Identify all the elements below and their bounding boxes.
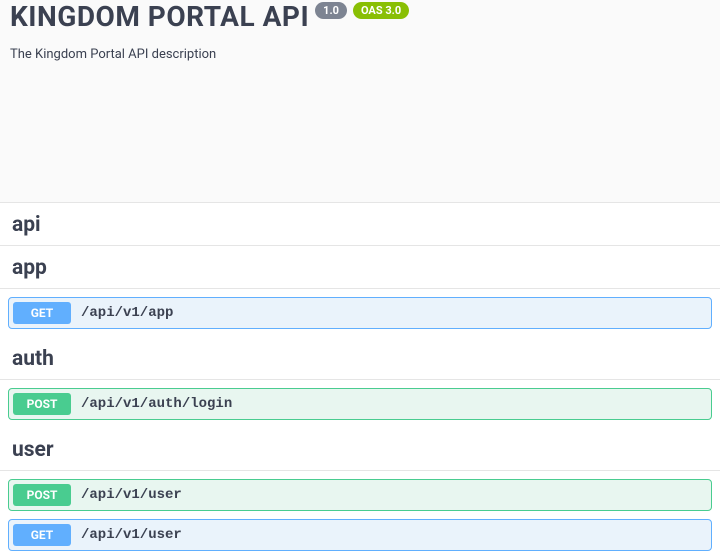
op-get-app[interactable]: GET /api/v1/app bbox=[8, 297, 712, 329]
op-path: /api/v1/app bbox=[81, 305, 173, 321]
tag-auth[interactable]: auth bbox=[0, 337, 720, 380]
ops-app: GET /api/v1/app bbox=[0, 297, 720, 329]
op-path: /api/v1/user bbox=[81, 527, 182, 543]
method-badge: GET bbox=[13, 302, 71, 324]
tag-label: api bbox=[12, 213, 41, 237]
method-badge: GET bbox=[13, 524, 71, 546]
ops-user: POST /api/v1/user GET /api/v1/user bbox=[0, 479, 720, 551]
api-description: The Kingdom Portal API description bbox=[10, 47, 710, 62]
spacer bbox=[0, 92, 720, 202]
tag-label: app bbox=[12, 256, 47, 280]
tag-app[interactable]: app bbox=[0, 246, 720, 289]
oas-badge: OAS 3.0 bbox=[353, 2, 409, 19]
title-row: KINGDOM PORTAL API 1.0 OAS 3.0 bbox=[10, 0, 710, 33]
method-badge: POST bbox=[13, 393, 71, 415]
api-header: KINGDOM PORTAL API 1.0 OAS 3.0 The Kingd… bbox=[0, 0, 720, 92]
tag-label: user bbox=[12, 438, 54, 462]
op-path: /api/v1/user bbox=[81, 487, 182, 503]
op-post-auth-login[interactable]: POST /api/v1/auth/login bbox=[8, 388, 712, 420]
ops-auth: POST /api/v1/auth/login bbox=[0, 388, 720, 420]
op-post-user[interactable]: POST /api/v1/user bbox=[8, 479, 712, 511]
api-title: KINGDOM PORTAL API bbox=[10, 0, 309, 33]
op-path: /api/v1/auth/login bbox=[81, 396, 232, 412]
tag-api[interactable]: api bbox=[0, 203, 720, 246]
tag-label: auth bbox=[12, 347, 54, 371]
tag-user[interactable]: user bbox=[0, 428, 720, 471]
op-get-user[interactable]: GET /api/v1/user bbox=[8, 519, 712, 551]
version-badge: 1.0 bbox=[315, 2, 347, 19]
tags-area: api app GET /api/v1/app auth POST /api/v… bbox=[0, 202, 720, 551]
method-badge: POST bbox=[13, 484, 71, 506]
